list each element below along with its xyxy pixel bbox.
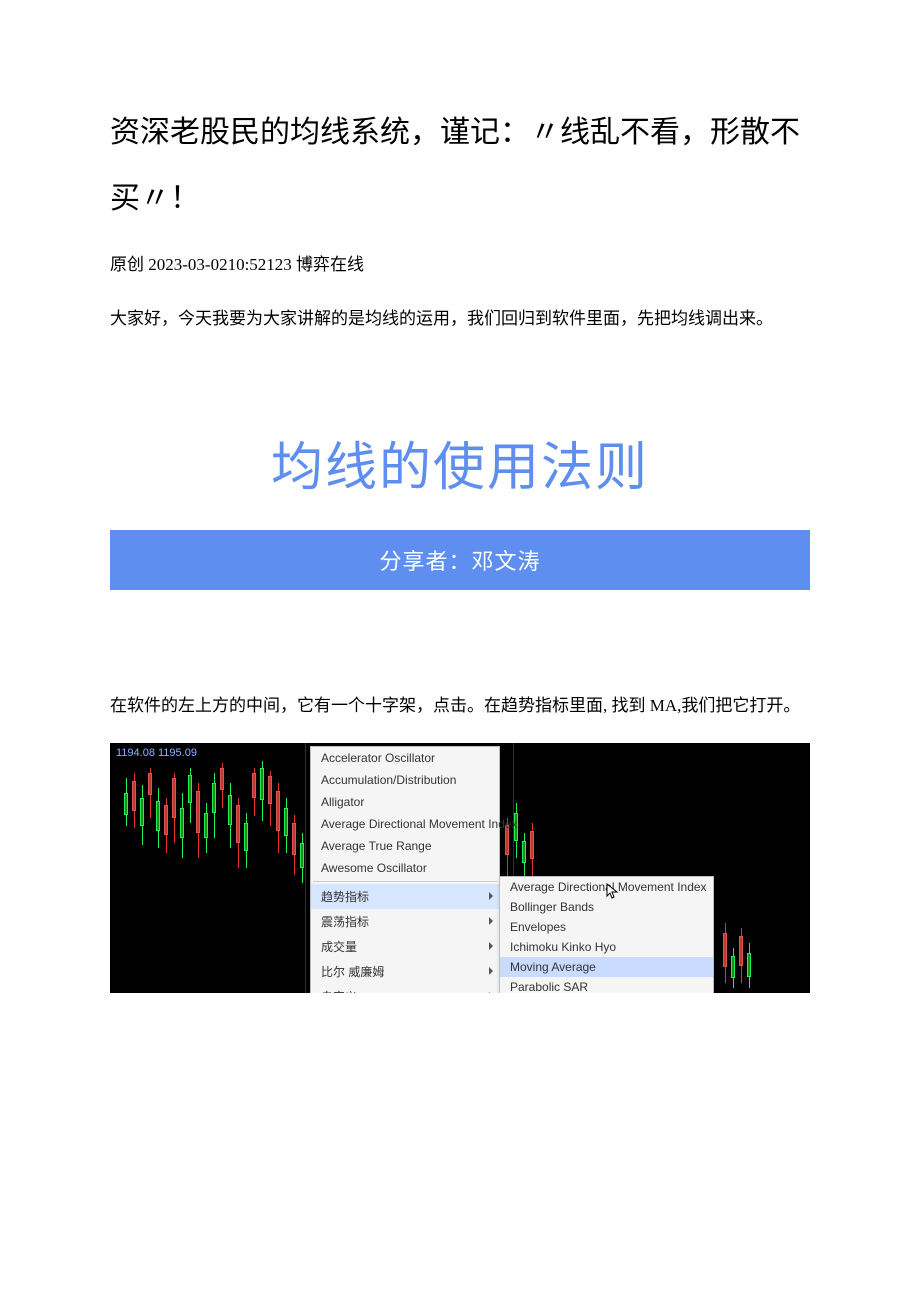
submenu-item-moving-average[interactable]: Moving Average (500, 957, 713, 977)
menu-item[interactable]: Average True Range (311, 835, 499, 857)
article-meta: 原创 2023-03-0210:52123 博弈在线 (110, 250, 810, 275)
menu-item[interactable]: Accelerator Oscillator (311, 747, 499, 769)
menu-item[interactable]: 成交量 (311, 934, 499, 959)
trading-software-screenshot: 1194.08 1195.09 Accelerator Oscillator A… (110, 743, 810, 993)
chevron-right-icon (489, 992, 493, 993)
paragraph-intro: 大家好，今天我要为大家讲解的是均线的运用，我们回归到软件里面，先把均线调出来。 (110, 303, 810, 335)
section-heading: 均线的使用法则 (110, 425, 810, 500)
paragraph-instructions: 在软件的左上方的中间，它有一个十字架，点击。在趋势指标里面, 找到 MA,我们把… (110, 690, 810, 722)
menu-item[interactable]: 自定义 (311, 984, 499, 993)
menu-item[interactable]: Awesome Oscillator (311, 857, 499, 879)
share-author-bar: 分享者：邓文涛 (110, 530, 810, 590)
menu-item[interactable]: Average Directional Movement Index (311, 813, 499, 835)
price-readout: 1194.08 1195.09 (116, 747, 197, 759)
article-title: 资深老股民的均线系统，谨记：〃线乱不看，形散不买〃！ (110, 100, 810, 232)
trend-submenu[interactable]: Average Directional Movement Index Bolli… (499, 876, 714, 993)
chevron-right-icon (489, 967, 493, 975)
menu-item[interactable]: 比尔 威廉姆 (311, 959, 499, 984)
menu-item[interactable]: 震荡指标 (311, 909, 499, 934)
submenu-item[interactable]: Ichimoku Kinko Hyo (500, 937, 713, 957)
menu-item-trend[interactable]: 趋势指标 (311, 884, 499, 909)
submenu-item[interactable]: Bollinger Bands (500, 897, 713, 917)
submenu-item[interactable]: Envelopes (500, 917, 713, 937)
chevron-right-icon (489, 942, 493, 950)
indicator-menu[interactable]: Accelerator Oscillator Accumulation/Dist… (310, 746, 500, 993)
chevron-right-icon (489, 917, 493, 925)
chevron-right-icon (489, 892, 493, 900)
menu-item[interactable]: Alligator (311, 791, 499, 813)
menu-item[interactable]: Accumulation/Distribution (311, 769, 499, 791)
submenu-item[interactable]: Parabolic SAR (500, 977, 713, 993)
